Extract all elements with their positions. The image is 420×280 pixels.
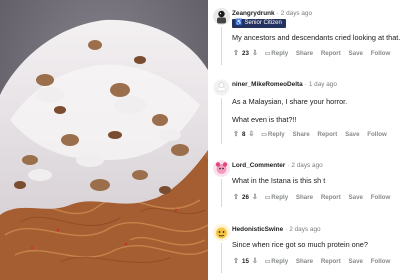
separator: · <box>276 10 279 17</box>
upvote-icon[interactable]: ⇧ <box>232 257 240 267</box>
thread-line[interactable] <box>221 243 222 273</box>
downvote-icon[interactable]: ⇩ <box>251 193 259 203</box>
reply-icon: ▭ <box>261 132 267 138</box>
comment-meta: HedonisticSwine · 2 days ago <box>232 226 321 234</box>
report-button[interactable]: Report <box>321 193 341 203</box>
separator: · <box>304 81 307 88</box>
avatar-image <box>213 160 230 177</box>
follow-button[interactable]: Follow <box>371 257 391 267</box>
comment-body: As a Malaysian, I share your horror. <box>232 97 348 106</box>
avatar[interactable] <box>213 224 230 241</box>
share-button[interactable]: Share <box>296 49 313 59</box>
avatar-image <box>213 79 230 96</box>
comment-body: What in the Istana is this sh t <box>232 176 326 185</box>
downvote-icon[interactable]: ⇩ <box>251 257 259 267</box>
comment-actions: ⇧ 8 ⇩ ▭Reply Share Report Save Follow <box>232 130 387 140</box>
reply-button[interactable]: ▭Reply <box>261 130 285 140</box>
save-button[interactable]: Save <box>349 257 363 267</box>
upvote-icon[interactable]: ⇧ <box>232 49 240 59</box>
avatar-image <box>213 8 230 25</box>
follow-button[interactable]: Follow <box>371 49 391 59</box>
user-flair: ♿ Senior Citizen <box>232 19 286 28</box>
save-button[interactable]: Save <box>349 193 363 203</box>
comment: Lord_Commenter · 2 days ago What in the Is… <box>208 160 420 208</box>
reply-icon: ▭ <box>264 51 271 57</box>
comment-actions: ⇧ 15 ⇩ ▭Reply Share Report Save Follow <box>232 257 390 267</box>
save-button[interactable]: Save <box>349 49 363 59</box>
timestamp[interactable]: 2 days ago <box>281 10 312 17</box>
username[interactable]: HedonisticSwine <box>232 226 283 233</box>
reply-button[interactable]: ▭Reply <box>265 257 289 267</box>
comment-thread: Zeangrydrunk · 2 days ago ♿ Senior Citizen … <box>208 0 420 280</box>
avatar[interactable] <box>213 160 230 177</box>
reply-button[interactable]: ▭Reply <box>265 193 289 203</box>
username[interactable]: Lord_Commenter <box>232 162 285 169</box>
separator: · <box>287 162 290 169</box>
follow-button[interactable]: Follow <box>367 130 387 140</box>
username[interactable]: niner_MikeRomeoDelta <box>232 81 303 88</box>
report-button[interactable]: Report <box>317 130 337 140</box>
upvote-icon[interactable]: ⇧ <box>232 193 240 203</box>
follow-button[interactable]: Follow <box>371 193 391 203</box>
comment: Zeangrydrunk · 2 days ago ♿ Senior Citizen … <box>208 8 420 66</box>
comment: niner_MikeRomeoDelta · 1 day ago As a Mala… <box>208 79 420 145</box>
food-photo-image <box>0 0 208 280</box>
thread-line[interactable] <box>221 27 222 65</box>
flair-label: Senior Citizen <box>244 20 282 26</box>
comment-body: My ancestors and descendants cried looki… <box>232 33 401 42</box>
downvote-icon[interactable]: ⇩ <box>251 49 259 59</box>
avatar[interactable] <box>213 79 230 96</box>
save-button[interactable]: Save <box>345 130 359 140</box>
reply-button[interactable]: ▭Reply <box>265 49 289 59</box>
downvote-icon[interactable]: ⇩ <box>247 130 255 140</box>
upvote-icon[interactable]: ⇧ <box>232 130 240 140</box>
thread-line[interactable] <box>221 98 222 144</box>
reply-icon: ▭ <box>264 195 271 201</box>
comment-meta: niner_MikeRomeoDelta · 1 day ago <box>232 81 337 89</box>
timestamp[interactable]: 2 days ago <box>289 226 320 233</box>
comment-body: What even is that?!! <box>232 115 297 124</box>
comment: HedonisticSwine · 2 days ago Since when ri… <box>208 224 420 274</box>
comment-actions: ⇧ 26 ⇩ ▭Reply Share Report Save Follow <box>232 193 390 203</box>
share-button[interactable]: Share <box>296 193 313 203</box>
food-photo <box>0 0 208 280</box>
comment-meta: Zeangrydrunk · 2 days ago <box>232 10 312 18</box>
reply-icon: ▭ <box>264 259 271 265</box>
vote-score: 26 <box>242 194 249 201</box>
share-button[interactable]: Share <box>292 130 309 140</box>
vote-score: 23 <box>242 50 249 57</box>
timestamp[interactable]: 1 day ago <box>309 81 337 88</box>
comment-actions: ⇧ 23 ⇩ ▭Reply Share Report Save Follow <box>232 49 390 59</box>
report-button[interactable]: Report <box>321 257 341 267</box>
comment-meta: Lord_Commenter · 2 days ago <box>232 162 323 170</box>
thread-line[interactable] <box>221 179 222 207</box>
vote-score: 8 <box>242 131 246 138</box>
share-button[interactable]: Share <box>296 257 313 267</box>
vote-score: 15 <box>242 258 249 265</box>
person-cane-icon: ♿ <box>235 20 243 26</box>
timestamp[interactable]: 2 days ago <box>291 162 322 169</box>
report-button[interactable]: Report <box>321 49 341 59</box>
comment-body: Since when rice got so much protein one? <box>232 240 368 249</box>
avatar-image <box>213 224 230 241</box>
username[interactable]: Zeangrydrunk <box>232 10 275 17</box>
avatar[interactable] <box>213 8 230 25</box>
separator: · <box>285 226 288 233</box>
